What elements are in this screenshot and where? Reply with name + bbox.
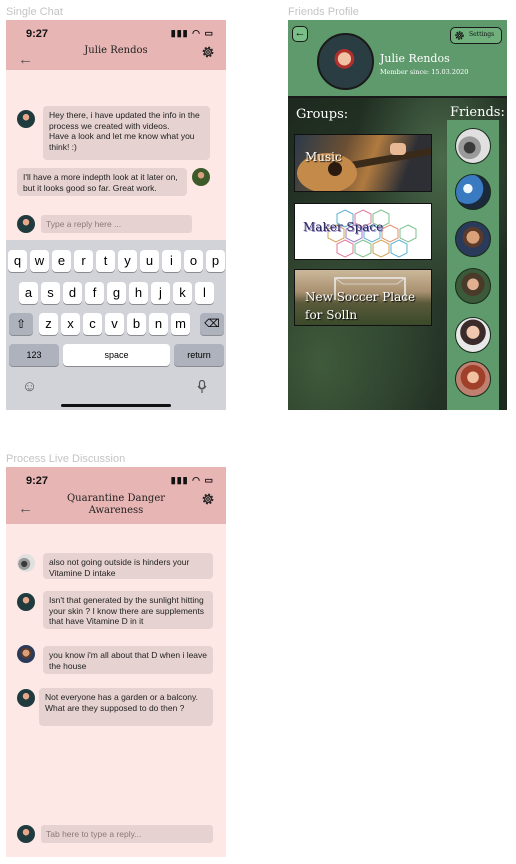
key-s[interactable]: s	[41, 282, 60, 304]
key-d[interactable]: d	[63, 282, 82, 304]
group-card-maker-space[interactable]: Maker Space	[294, 203, 432, 260]
frame-label-process-live: Process Live Discussion	[6, 453, 126, 465]
settings-gear-icon[interactable]	[200, 491, 216, 507]
key-f[interactable]: f	[85, 282, 104, 304]
friend-avatar-1[interactable]	[455, 128, 491, 164]
status-time: 9:27	[26, 28, 49, 40]
key-k[interactable]: k	[173, 282, 192, 304]
reply-input[interactable]: Type a reply here ...	[41, 215, 192, 233]
back-arrow-icon[interactable]: ←	[292, 26, 308, 42]
avatar-self	[17, 825, 35, 843]
discussion-message: also not going outside is hinders your V…	[43, 553, 213, 579]
key-l[interactable]: l	[195, 282, 214, 304]
discussion-message: Not everyone has a garden or a balcony. …	[39, 688, 213, 726]
friend-avatar-5[interactable]	[455, 317, 491, 353]
discussion-message: Isn't that generated by the sunlight hit…	[43, 591, 213, 629]
message-bubble-outgoing: I'll have a more indepth look at it late…	[17, 168, 187, 196]
keyboard: qwertyuiop asdfghjkl zxcvbnm 123 space r…	[6, 240, 226, 410]
chat-title: Quarantine Danger Awareness	[66, 493, 166, 516]
back-arrow-icon[interactable]: ←	[18, 51, 33, 68]
shift-key-icon[interactable]: ⇧	[9, 313, 33, 335]
avatar-julie	[17, 689, 35, 707]
key-t[interactable]: t	[96, 250, 115, 272]
key-g[interactable]: g	[107, 282, 126, 304]
key-x[interactable]: x	[61, 313, 80, 335]
avatar-julie	[17, 593, 35, 611]
frame-label-single-chat: Single Chat	[6, 6, 63, 18]
avatar-julie-small	[17, 215, 35, 233]
key-o[interactable]: o	[184, 250, 203, 272]
avatar-participant-1	[17, 554, 35, 572]
key-z[interactable]: z	[39, 313, 58, 335]
numbers-key[interactable]: 123	[9, 344, 59, 366]
status-bar: 9:27 ▮▮▮ ◠ ▭	[6, 467, 226, 489]
message-bubble-incoming: Hey there, i have updated the info in th…	[43, 106, 210, 160]
signal-wifi-battery-icon: ▮▮▮ ◠ ▭	[170, 475, 214, 485]
group-card-soccer[interactable]: New Soccer Place for Solln	[294, 269, 432, 326]
key-n[interactable]: n	[149, 313, 168, 335]
home-indicator	[61, 404, 171, 407]
avatar-self	[192, 168, 210, 186]
friend-avatar-2[interactable]	[455, 174, 491, 210]
reply-input[interactable]: Tab here to type a reply...	[41, 825, 213, 843]
profile-avatar	[317, 33, 374, 90]
settings-gear-icon	[455, 31, 464, 40]
single-chat-screen: 9:27 ▮▮▮ ◠ ▭ Julie Rendos ← Hey there, i…	[6, 20, 226, 410]
microphone-icon[interactable]	[197, 380, 207, 394]
key-q[interactable]: q	[8, 250, 27, 272]
group-label-soccer: New Soccer Place for Solln	[305, 290, 416, 322]
key-b[interactable]: b	[127, 313, 146, 335]
key-r[interactable]: r	[74, 250, 93, 272]
key-y[interactable]: y	[118, 250, 137, 272]
space-key[interactable]: space	[63, 344, 170, 366]
frame-label-friends-profile: Friends Profile	[288, 6, 359, 18]
member-since: Member since: 15.03.2020	[380, 68, 469, 76]
settings-label: Settings	[469, 31, 495, 38]
process-live-screen: 9:27 ▮▮▮ ◠ ▭ Quarantine Danger Awareness…	[6, 467, 226, 857]
key-m[interactable]: m	[171, 313, 190, 335]
friend-avatar-6[interactable]	[455, 361, 491, 397]
chat-title: Julie Rendos	[84, 45, 148, 56]
settings-button[interactable]: Settings	[450, 27, 502, 44]
group-card-music[interactable]: Music	[294, 134, 432, 192]
key-e[interactable]: e	[52, 250, 71, 272]
key-i[interactable]: i	[162, 250, 181, 272]
key-w[interactable]: w	[30, 250, 49, 272]
status-time: 9:27	[26, 475, 49, 487]
back-arrow-icon[interactable]: ←	[18, 500, 33, 517]
key-v[interactable]: v	[105, 313, 124, 335]
friend-avatar-4[interactable]	[455, 268, 491, 304]
groups-title: Groups:	[296, 107, 349, 122]
emoji-icon[interactable]: ☺	[22, 378, 37, 395]
group-label-music: Music	[305, 150, 342, 164]
avatar-participant-3	[17, 645, 35, 663]
key-c[interactable]: c	[83, 313, 102, 335]
profile-name: Julie Rendos	[380, 52, 450, 65]
key-j[interactable]: j	[151, 282, 170, 304]
key-h[interactable]: h	[129, 282, 148, 304]
key-a[interactable]: a	[19, 282, 38, 304]
discussion-message: you know i'm all about that D when i lea…	[43, 646, 213, 674]
settings-gear-icon[interactable]	[200, 44, 216, 60]
return-key[interactable]: return	[174, 344, 224, 366]
backspace-key-icon[interactable]: ⌫	[200, 313, 224, 335]
key-p[interactable]: p	[206, 250, 225, 272]
key-u[interactable]: u	[140, 250, 159, 272]
status-bar: 9:27 ▮▮▮ ◠ ▭	[6, 20, 226, 42]
friends-title: Friends:	[450, 105, 505, 120]
signal-wifi-battery-icon: ▮▮▮ ◠ ▭	[170, 28, 214, 38]
friend-avatar-3[interactable]	[455, 221, 491, 257]
group-label-maker-space: Maker Space	[303, 220, 384, 234]
avatar-julie	[17, 110, 35, 128]
friends-profile-screen: ← Julie Rendos Member since: 15.03.2020 …	[288, 20, 507, 410]
